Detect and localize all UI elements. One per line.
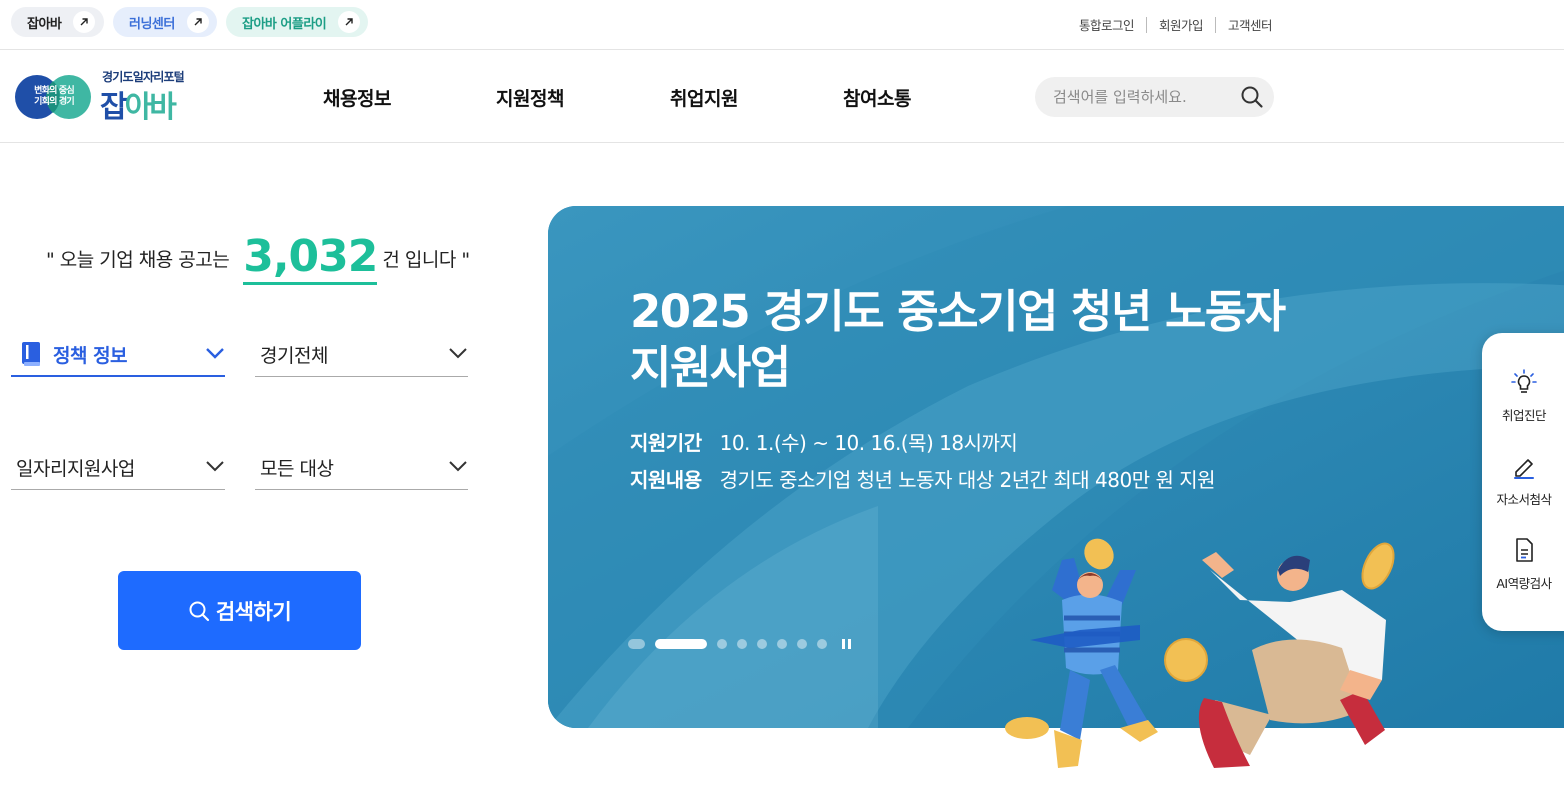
gnb-employment-support[interactable]: 취업지원 [670,84,738,111]
customer-center-link[interactable]: 고객센터 [1228,15,1273,34]
banner-pagination [628,638,853,650]
logo[interactable]: 변화의 중심 기회의 경기 경기도일자리포털 잡아바 [14,68,214,125]
pencil-icon [1514,459,1534,479]
banner-period-value: 10. 1.(수) ~ 10. 16.(목) 18시까지 [719,431,1018,455]
link-jobaba-apply[interactable]: 잡아바 어플라이 [226,7,368,37]
banner-dot[interactable] [797,639,807,649]
category-select[interactable]: 정책 정보 [11,333,225,377]
banner-dot[interactable] [777,639,787,649]
quick-ai-assessment-label: AI역량검사 [1496,576,1552,591]
link-learning-center[interactable]: 러닝센터 [113,7,217,37]
banner-period: 지원기간 10. 1.(수) ~ 10. 16.(목) 18시까지 [630,427,1018,456]
gnb-participation[interactable]: 참여소통 [843,84,911,111]
target-select-value: 모든 대상 [260,458,334,480]
program-select-value: 일자리지원사업 [16,458,135,480]
divider [1145,16,1147,33]
quick-resume-review-label: 자소서첨삭 [1496,492,1552,507]
banner-dot[interactable] [628,639,645,649]
today-prefix: " 오늘 기업 채용 공고는 [46,249,230,271]
quick-job-diagnosis-label: 취업진단 [1501,408,1547,423]
external-arrow-icon [186,11,209,33]
chevron-down-icon [206,348,224,359]
search-button-label: 검색하기 [215,599,292,624]
banner-dot[interactable] [737,639,747,649]
chevron-down-icon [449,461,467,472]
document-icon [1516,538,1533,562]
region-select[interactable]: 경기전체 [255,333,468,377]
logo-title: 잡아바 [100,90,177,125]
program-select[interactable]: 일자리지원사업 [11,446,225,490]
link-jobaba-apply-label: 잡아바 어플라이 [242,16,327,32]
header: 변화의 중심 기회의 경기 경기도일자리포털 잡아바 채용정보 지원정책 취업지… [0,50,1564,143]
search-button[interactable]: 검색하기 [118,571,361,650]
chevron-down-icon [206,461,224,472]
search-input[interactable] [1053,88,1243,106]
search-box [1035,77,1274,117]
banner-dot[interactable] [717,639,727,649]
quick-job-diagnosis[interactable]: 취업진단 [1482,369,1564,424]
divider [1214,16,1216,33]
chevron-down-icon [449,348,467,359]
lightbulb-icon [1511,369,1537,393]
pause-icon[interactable] [841,638,853,650]
today-job-count: " 오늘 기업 채용 공고는 3,032 건 입니다 " [46,225,470,285]
link-jobaba[interactable]: 잡아바 [11,7,104,37]
logo-circle-text: 변화의 중심 기회의 경기 [34,86,75,107]
banner-dot[interactable] [655,639,707,649]
quick-menu: 취업진단 자소서첨삭 AI역량검사 [1482,333,1564,631]
external-arrow-icon [73,11,96,33]
banner-title: 2025 경기도 중소기업 청년 노동자 지원사업 [630,285,1286,394]
search-icon[interactable] [1240,85,1264,109]
banner-people-illustration [1005,552,1386,768]
login-link[interactable]: 통합로그인 [1079,15,1135,34]
target-select[interactable]: 모든 대상 [255,446,468,490]
banner-content: 지원내용 경기도 중소기업 청년 노동자 대상 2년간 최대 480만 원 지원 [630,464,1216,493]
link-jobaba-label: 잡아바 [27,16,62,32]
search-icon [189,601,209,621]
banner-content-label: 지원내용 [630,468,702,492]
gnb-support-policy[interactable]: 지원정책 [496,84,564,111]
today-count: 3,032 [243,232,378,285]
gnb-job-info[interactable]: 채용정보 [323,84,391,111]
today-suffix: 건 입니다 " [382,249,470,271]
book-icon [22,342,40,366]
quick-resume-review[interactable]: 자소서첨삭 [1482,453,1564,508]
banner-content-value: 경기도 중소기업 청년 노동자 대상 2년간 최대 480만 원 지원 [719,468,1216,492]
util-menu: 통합로그인 회원가입 고객센터 [1079,15,1273,34]
banner-period-label: 지원기간 [630,431,702,455]
banner-dot[interactable] [817,639,827,649]
quick-ai-assessment[interactable]: AI역량검사 [1482,537,1564,592]
banner-dot[interactable] [757,639,767,649]
external-arrow-icon [338,11,361,33]
signup-link[interactable]: 회원가입 [1159,15,1204,34]
link-learning-center-label: 러닝센터 [129,16,175,32]
top-utility-bar: 잡아바 러닝센터 잡아바 어플라이 통합로그인 회원가입 고객센터 [0,0,1564,50]
region-select-value: 경기전체 [260,345,328,367]
category-select-value: 정책 정보 [53,344,128,367]
